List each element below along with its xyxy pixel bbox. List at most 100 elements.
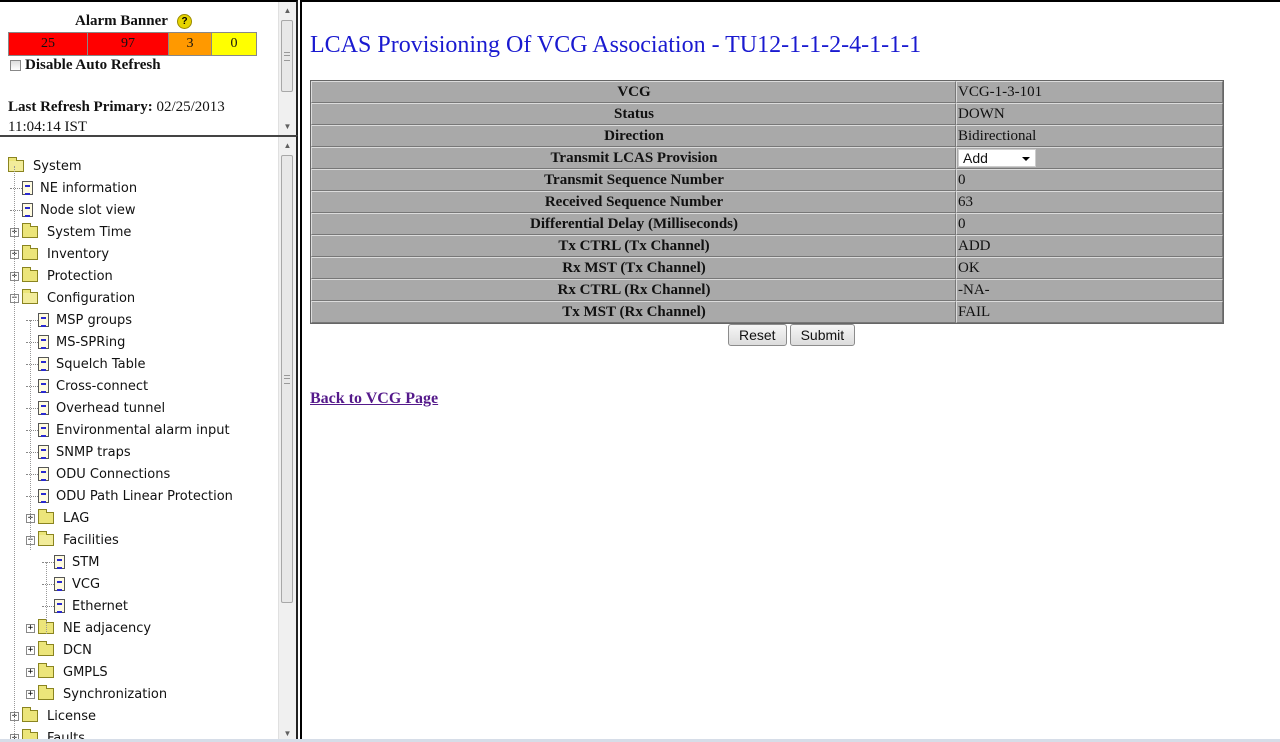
tree-item[interactable]: Cross-connect [26, 375, 148, 397]
tree-item-label[interactable]: ODU Path Linear Protection [56, 489, 233, 504]
tree-item[interactable]: Ethernet [42, 595, 128, 617]
alarm-frame-scrollbar[interactable]: ▲ ▼ [278, 2, 296, 135]
tree-connector [42, 583, 54, 585]
tree-item[interactable]: + NE adjacency [26, 617, 151, 639]
row-label: Status [311, 103, 956, 125]
alarm-count-critical[interactable]: 25 [9, 33, 88, 55]
expand-icon[interactable]: + [26, 645, 35, 655]
table-row: Direction Bidirectional [311, 125, 1223, 147]
tree-connector [10, 209, 22, 211]
tree-item-label[interactable]: Cross-connect [56, 379, 148, 394]
tree-item-label[interactable]: Overhead tunnel [56, 401, 165, 416]
document-icon [38, 467, 49, 481]
tree-item[interactable]: VCG [42, 573, 100, 595]
tree-item-label[interactable]: LAG [63, 511, 89, 526]
scroll-up-icon[interactable]: ▲ [279, 2, 296, 19]
row-value: 63 [956, 191, 1223, 213]
disable-auto-refresh-checkbox[interactable] [10, 60, 21, 71]
folder-open-icon [38, 531, 54, 546]
tree-item-label[interactable]: Facilities [63, 533, 119, 548]
tree-item[interactable]: SNMP traps [26, 441, 131, 463]
tree-item[interactable]: MSP groups [26, 309, 132, 331]
tree-item[interactable]: + LAG [26, 507, 89, 529]
row-label: Tx CTRL (Tx Channel) [311, 235, 956, 257]
tree-item[interactable]: Environmental alarm input [26, 419, 230, 441]
table-row: VCG VCG-1-3-101 [311, 81, 1223, 103]
tree-item[interactable]: − Configuration [10, 287, 135, 309]
last-refresh-label: Last Refresh Primary: [8, 99, 153, 115]
tree-item[interactable]: + License [10, 705, 96, 727]
tree-item-label[interactable]: Inventory [47, 247, 109, 262]
tree-item[interactable]: Overhead tunnel [26, 397, 165, 419]
tree-item[interactable]: MS-SPRing [26, 331, 125, 353]
tree-item[interactable]: − Facilities [26, 529, 119, 551]
alarm-count-minor[interactable]: 3 [169, 33, 212, 55]
tree-item-label[interactable]: GMPLS [63, 665, 108, 680]
disable-auto-refresh[interactable]: Disable Auto Refresh [10, 57, 161, 74]
tree-item[interactable]: Node slot view [10, 199, 136, 221]
tree-item-label[interactable]: Configuration [47, 291, 135, 306]
transmit-lcas-provision-select[interactable]: Add [958, 148, 1036, 167]
table-row: Status DOWN [311, 103, 1223, 125]
tree-item[interactable]: + System Time [10, 221, 131, 243]
back-to-vcg-link[interactable]: Back to VCG Page [310, 390, 438, 408]
tree-item-label[interactable]: Squelch Table [56, 357, 146, 372]
tree-item[interactable]: Squelch Table [26, 353, 146, 375]
tree-item-label[interactable]: MS-SPRing [56, 335, 125, 350]
page-title: LCAS Provisioning Of VCG Association - T… [310, 32, 922, 58]
tree-connector [26, 363, 38, 365]
tree-item[interactable]: + GMPLS [26, 661, 108, 683]
tree-item-label[interactable]: System [33, 159, 81, 174]
tree-item[interactable]: System [8, 155, 81, 177]
tree-item-label[interactable]: DCN [63, 643, 92, 658]
document-icon [38, 489, 49, 503]
last-refresh: Last Refresh Primary: 02/25/2013 11:04:1… [8, 97, 225, 135]
tree-item-label[interactable]: VCG [72, 577, 100, 592]
tree-item[interactable]: + Synchronization [26, 683, 167, 705]
scroll-down-icon[interactable]: ▼ [279, 118, 296, 135]
row-label: Transmit Sequence Number [311, 169, 956, 191]
expand-icon[interactable]: + [26, 623, 35, 633]
document-icon [38, 357, 49, 371]
tree-item-label[interactable]: NE adjacency [63, 621, 151, 636]
table-row: Differential Delay (Milliseconds) 0 [311, 213, 1223, 235]
tree-item-label[interactable]: MSP groups [56, 313, 132, 328]
tree-item-label[interactable]: Protection [47, 269, 113, 284]
chevron-down-icon [1022, 156, 1030, 161]
tree-item-label[interactable]: STM [72, 555, 99, 570]
expand-icon[interactable]: + [26, 689, 35, 699]
tree-item[interactable]: NE information [10, 177, 137, 199]
reset-button[interactable]: Reset [728, 324, 787, 346]
tree-item[interactable]: ODU Connections [26, 463, 170, 485]
table-row: Rx CTRL (Rx Channel) -NA- [311, 279, 1223, 301]
scrollbar-thumb[interactable] [281, 20, 293, 92]
tree-item[interactable]: ODU Path Linear Protection [26, 485, 233, 507]
tree-item-label[interactable]: Environmental alarm input [56, 423, 230, 438]
scroll-up-icon[interactable]: ▲ [279, 137, 296, 154]
tree-item-label[interactable]: License [47, 709, 96, 724]
tree-item-label[interactable]: Ethernet [72, 599, 128, 614]
tree-scrollbar[interactable]: ▲ ▼ [278, 137, 296, 742]
tree-item-label[interactable]: NE information [40, 181, 137, 196]
tree-item-label[interactable]: ODU Connections [56, 467, 170, 482]
scrollbar-thumb[interactable] [281, 155, 293, 603]
tree-item-label[interactable]: Node slot view [40, 203, 136, 218]
table-row: Transmit LCAS Provision Add [311, 147, 1223, 169]
tree-item[interactable]: STM [42, 551, 99, 573]
folder-icon [22, 707, 38, 722]
submit-button[interactable]: Submit [789, 324, 856, 346]
expand-icon[interactable]: + [26, 667, 35, 677]
tree-item[interactable]: + Protection [10, 265, 113, 287]
tree-item[interactable]: + DCN [26, 639, 92, 661]
question-mark-icon[interactable]: ? [177, 14, 192, 29]
tree-connector [26, 495, 38, 497]
alarm-count-major[interactable]: 97 [88, 33, 169, 55]
tree-item-label[interactable]: Synchronization [63, 687, 167, 702]
tree-item[interactable]: + Inventory [10, 243, 109, 265]
folder-icon [22, 223, 38, 238]
tree-item-label[interactable]: SNMP traps [56, 445, 131, 460]
row-value: 0 [956, 213, 1223, 235]
row-value: ADD [956, 235, 1223, 257]
alarm-count-warning[interactable]: 0 [212, 33, 256, 55]
tree-item-label[interactable]: System Time [47, 225, 131, 240]
